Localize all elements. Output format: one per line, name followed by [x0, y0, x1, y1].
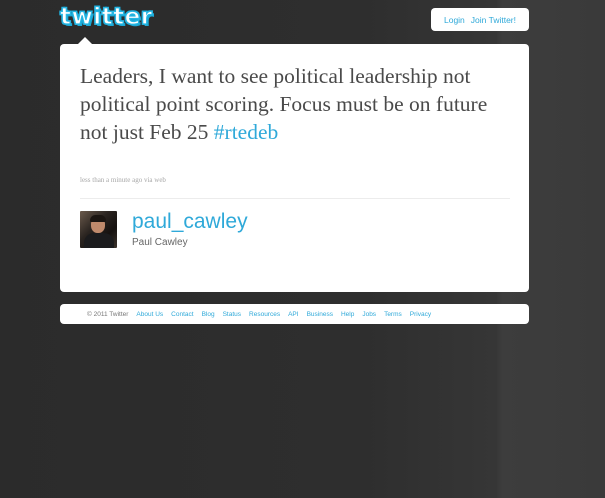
footer-link-resources[interactable]: Resources [249, 311, 280, 318]
join-twitter-link[interactable]: Join Twitter! [471, 15, 516, 25]
divider [80, 198, 510, 199]
tweet-body: Leaders, I want to see political leaders… [80, 64, 488, 144]
twitter-logo[interactable]: twitter [59, 3, 153, 30]
tweet-text: Leaders, I want to see political leaders… [80, 62, 510, 146]
footer-link-help[interactable]: Help [341, 311, 354, 318]
avatar[interactable] [80, 211, 117, 248]
footer-link-api[interactable]: API [288, 311, 298, 318]
auth-links: Login Join Twitter! [431, 8, 529, 31]
footer-link-about[interactable]: About Us [136, 311, 163, 318]
author-username[interactable]: paul_cawley [132, 210, 248, 234]
footer-link-privacy[interactable]: Privacy [410, 311, 431, 318]
author-full-name: Paul Cawley [132, 237, 188, 248]
footer-link-terms[interactable]: Terms [384, 311, 402, 318]
footer-link-contact[interactable]: Contact [171, 311, 193, 318]
footer-link-status[interactable]: Status [223, 311, 241, 318]
footer: © 2011 Twitter About Us Contact Blog Sta… [60, 304, 529, 324]
login-link[interactable]: Login [444, 15, 465, 25]
hashtag-link[interactable]: #rtedeb [214, 120, 278, 144]
copyright: © 2011 Twitter [87, 310, 129, 318]
footer-link-business[interactable]: Business [307, 311, 333, 318]
footer-link-blog[interactable]: Blog [202, 311, 215, 318]
tweet-meta: less than a minute ago via web [80, 176, 166, 184]
tweet-card: Leaders, I want to see political leaders… [60, 37, 529, 292]
logo-text: twitter [59, 3, 153, 30]
footer-link-jobs[interactable]: Jobs [362, 311, 376, 318]
